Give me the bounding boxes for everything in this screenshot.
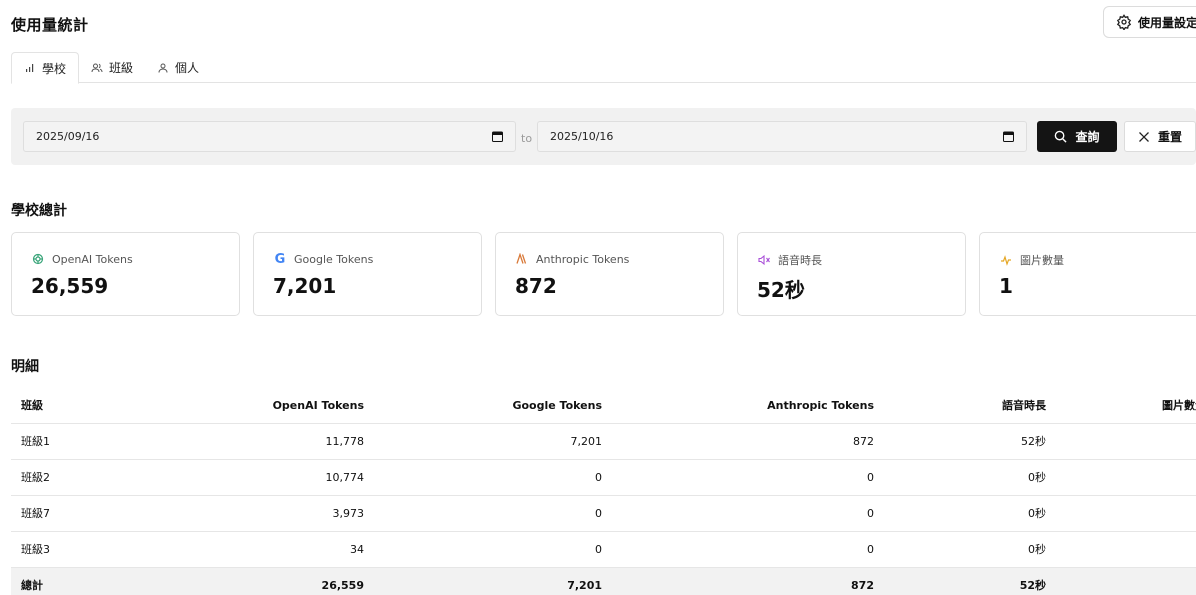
search-icon	[1055, 130, 1068, 143]
table-row: 班級1 11,778 7,201 872 52秒 1	[11, 424, 1196, 460]
query-label: 查詢	[1075, 130, 1100, 144]
table-cell: 34	[350, 543, 364, 556]
table-cell: 872	[853, 435, 874, 448]
table-cell: 0	[867, 543, 874, 556]
card-label: Anthropic Tokens	[536, 252, 630, 266]
bar-chart-icon	[26, 64, 34, 72]
summary-card-anthropic: Anthropic Tokens 872	[495, 232, 724, 316]
card-value: 52秒	[757, 278, 805, 302]
table-cell: 872	[851, 579, 874, 592]
card-value: 1	[999, 274, 1013, 298]
card-label: Google Tokens	[294, 252, 374, 266]
table-cell: 班級7	[21, 507, 50, 520]
table-row: 班級3 34 0 0 0秒 0	[11, 532, 1196, 568]
user-icon	[158, 63, 168, 73]
page-title: 使用量統計	[11, 16, 89, 34]
reset-button[interactable]: 重置	[1124, 121, 1196, 152]
summary-card-images: 圖片數量 1	[979, 232, 1196, 316]
column-header: Google Tokens	[512, 399, 602, 412]
card-value: 872	[515, 274, 557, 298]
column-header: 語音時長	[1002, 399, 1046, 412]
table-cell: 0	[867, 507, 874, 520]
table-cell: 7,201	[570, 435, 603, 448]
users-icon	[91, 63, 103, 72]
table-cell: 0秒	[1028, 471, 1046, 484]
table-cell: 26,559	[321, 579, 364, 592]
calendar-icon[interactable]	[492, 131, 503, 142]
summary-card-audio: 語音時長 52秒	[737, 232, 966, 316]
close-icon	[1139, 131, 1149, 142]
end-date-value: 2025/10/16	[550, 130, 614, 143]
table-cell: 0秒	[1028, 543, 1046, 556]
card-label: 圖片數量	[1020, 254, 1064, 267]
usage-settings-button[interactable]: 使用量設定	[1103, 6, 1196, 38]
table-cell: 11,778	[325, 435, 365, 448]
tab-label: 學校	[42, 61, 67, 76]
card-label: 語音時長	[778, 254, 822, 267]
details-title: 明細	[11, 359, 39, 375]
table-cell: 0秒	[1028, 507, 1046, 520]
openai-icon	[31, 252, 45, 266]
tab-label: 班級	[109, 61, 134, 75]
tab-individual[interactable]: 個人	[145, 52, 211, 83]
usage-settings-label: 使用量設定	[1138, 15, 1196, 30]
table-cell: 班級3	[21, 543, 50, 556]
table-total-row: 總計 26,559 7,201 872 52秒 1	[11, 568, 1196, 595]
table-cell: 52秒	[1019, 579, 1046, 592]
table-cell: 0	[867, 471, 874, 484]
anthropic-icon	[515, 252, 529, 266]
column-header: 圖片數量	[1162, 399, 1196, 412]
table-cell: 3,973	[332, 507, 365, 520]
card-label: OpenAI Tokens	[52, 252, 133, 266]
column-header: 班級	[21, 399, 43, 412]
end-date-input[interactable]: 2025/10/16	[537, 121, 1027, 152]
query-button[interactable]: 查詢	[1037, 121, 1117, 152]
table-header-row: 班級 OpenAI Tokens Google Tokens Anthropic…	[11, 388, 1196, 424]
date-filter-bar: 2025/09/16 to 2025/10/16 查詢 重置	[11, 108, 1196, 165]
summary-card-google: G Google Tokens 7,201	[253, 232, 482, 316]
tab-class[interactable]: 班級	[79, 52, 145, 83]
table-row: 班級7 3,973 0 0 0秒 0	[11, 496, 1196, 532]
google-icon: G	[274, 251, 286, 267]
calendar-icon[interactable]	[1003, 131, 1014, 142]
tab-school[interactable]: 學校	[11, 52, 80, 84]
card-value: 7,201	[273, 274, 337, 298]
table-cell: 52秒	[1021, 435, 1046, 448]
tab-bar: 學校 班級 個人	[11, 52, 1196, 84]
activity-icon	[999, 253, 1013, 267]
start-date-value: 2025/09/16	[36, 130, 100, 143]
details-table: 班級 OpenAI Tokens Google Tokens Anthropic…	[11, 388, 1196, 595]
table-cell: 0	[595, 507, 602, 520]
column-header: OpenAI Tokens	[272, 399, 364, 412]
table-cell: 總計	[21, 579, 43, 592]
table-row: 班級2 10,774 0 0 0秒 0	[11, 460, 1196, 496]
table-cell: 10,774	[325, 471, 365, 484]
start-date-input[interactable]: 2025/09/16	[23, 121, 516, 152]
reset-label: 重置	[1157, 130, 1182, 144]
table-cell: 0	[595, 471, 602, 484]
card-value: 26,559	[31, 274, 109, 298]
table-cell: 班級1	[21, 435, 50, 448]
summary-card-openai: OpenAI Tokens 26,559	[11, 232, 240, 316]
table-cell: 7,201	[567, 579, 602, 592]
tab-label: 個人	[175, 61, 200, 75]
audio-icon	[757, 253, 771, 267]
to-label: to	[521, 132, 533, 145]
gear-icon	[1116, 14, 1132, 30]
table-cell: 班級2	[21, 471, 50, 484]
summary-title: 學校總計	[11, 203, 67, 219]
column-header: Anthropic Tokens	[767, 399, 874, 412]
table-cell: 0	[595, 543, 602, 556]
